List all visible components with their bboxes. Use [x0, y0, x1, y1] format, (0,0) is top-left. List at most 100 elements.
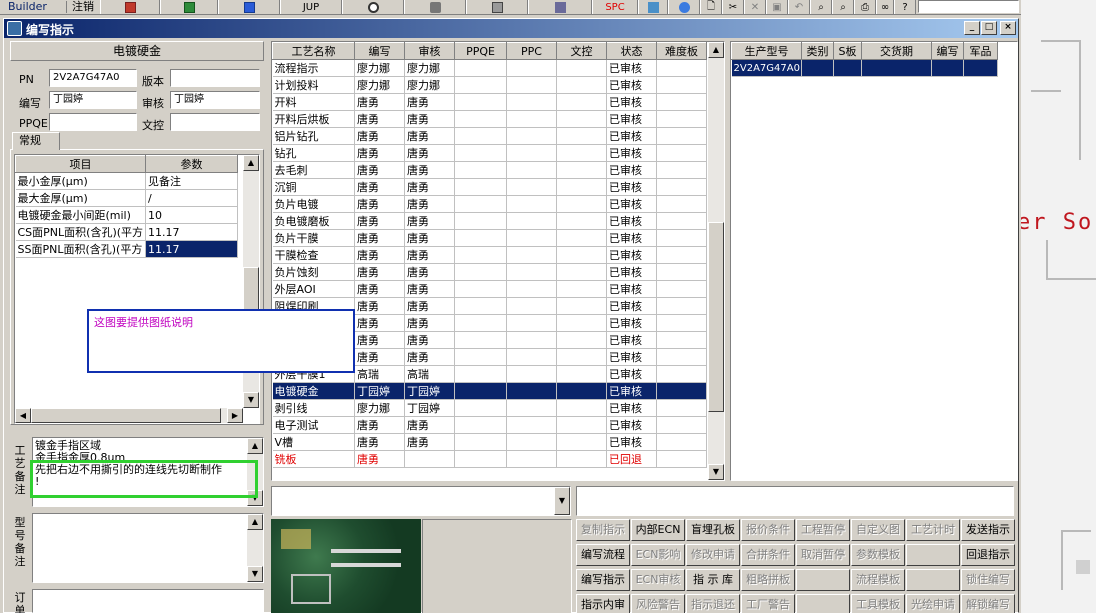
note-scroll-up-icon[interactable]: ▲ — [247, 438, 263, 454]
action-button[interactable]: 指示退还 — [686, 594, 740, 613]
param-value[interactable]: 11.17 — [145, 223, 238, 241]
scroll-up-icon[interactable]: ▲ — [243, 155, 259, 171]
param-value[interactable]: 见备注 — [145, 172, 238, 190]
action-button[interactable]: 工具模板 — [851, 594, 905, 613]
process-row[interactable]: 外层AOI 唐勇 唐勇 已审核 — [272, 280, 707, 298]
process-combo[interactable]: ▼ — [271, 486, 571, 516]
process-row[interactable]: 去毛刺 唐勇 唐勇 已审核 — [272, 161, 707, 179]
process-row[interactable]: 开料 唐勇 唐勇 已审核 — [272, 93, 707, 111]
process-row[interactable]: 开料后烘板 唐勇 唐勇 已审核 — [272, 110, 707, 128]
action-button[interactable]: 工程暂停 — [796, 519, 850, 541]
action-button[interactable]: 编写指示 — [576, 569, 630, 591]
scroll-right-icon[interactable]: ▶ — [227, 408, 243, 423]
action-button[interactable]: 工厂警告 — [741, 594, 795, 613]
process-row[interactable]: 铝片钻孔 唐勇 唐勇 已审核 — [272, 127, 707, 145]
process-header-cell[interactable]: 工艺名称 — [272, 42, 355, 60]
action-button[interactable]: 发送指示 — [961, 519, 1015, 541]
delete-icon[interactable]: ✕ — [744, 0, 766, 14]
database-icon[interactable] — [404, 0, 466, 14]
process-row[interactable]: 剥引线 廖力娜 丁园婷 已审核 — [272, 399, 707, 417]
proc-scroll-thumb[interactable] — [708, 222, 724, 412]
process-header-cell[interactable]: PPQE — [454, 42, 507, 60]
process-header-cell[interactable]: PPC — [506, 42, 557, 60]
action-button[interactable]: 修改申请 — [686, 544, 740, 566]
find-icon[interactable]: ⌕ — [832, 0, 854, 14]
model-note-vscroll[interactable]: ▲ ▼ — [247, 514, 263, 582]
spc-button[interactable]: SPC — [592, 0, 638, 14]
action-button[interactable]: 内部ECN — [631, 519, 685, 541]
action-button[interactable]: 粗略拼板 — [741, 569, 795, 591]
action-button[interactable]: 取消暂停 — [796, 544, 850, 566]
process-header-cell[interactable]: 状态 — [606, 42, 657, 60]
action-button[interactable]: ECN审核 — [631, 569, 685, 591]
author-field[interactable]: 丁园婷 — [49, 91, 137, 109]
action-button[interactable]: 光绘申请 — [906, 594, 960, 613]
model-scroll-down-icon[interactable]: ▼ — [247, 566, 263, 582]
process-row[interactable]: 负片干膜 唐勇 唐勇 已审核 — [272, 229, 707, 247]
order-box[interactable] — [32, 589, 264, 613]
pn-field[interactable]: 2V2A7G47A0 — [49, 69, 137, 87]
action-button[interactable]: 参数模板 — [851, 544, 905, 566]
param-row[interactable]: 最小金厚(μm) 见备注 — [15, 172, 238, 190]
process-header-cell[interactable]: 编写 — [354, 42, 405, 60]
help-icon[interactable]: ? — [894, 0, 916, 14]
cut-icon[interactable]: ✂ — [722, 0, 744, 14]
eye-icon[interactable] — [342, 0, 404, 14]
action-button[interactable] — [796, 594, 850, 613]
report-icon[interactable] — [100, 0, 160, 14]
process-header-cell[interactable]: 难度板 — [656, 42, 707, 60]
proc-scroll-down-icon[interactable]: ▼ — [708, 464, 724, 480]
preview-icon[interactable]: ⌕ — [810, 0, 832, 14]
process-vscroll[interactable]: ▲ ▼ — [708, 42, 724, 480]
reviewer-field[interactable]: 丁园婷 — [170, 91, 260, 109]
process-row[interactable]: 计划投料 廖力娜 廖力娜 已审核 — [272, 76, 707, 94]
action-button[interactable]: 流程模板 — [851, 569, 905, 591]
tab-general[interactable]: 常规 — [12, 132, 60, 150]
process-row[interactable]: 钻孔 唐勇 唐勇 已审核 — [272, 144, 707, 162]
word-icon[interactable] — [218, 0, 280, 14]
param-header-value[interactable]: 参数 — [145, 155, 238, 173]
ppqe-field[interactable] — [49, 113, 137, 131]
undo-icon[interactable]: ↶ — [788, 0, 810, 14]
action-button[interactable]: 指 示 库 — [686, 569, 740, 591]
hscroll-thumb[interactable] — [31, 408, 221, 423]
doccontrol-field[interactable] — [170, 113, 260, 131]
action-button[interactable]: 回退指示 — [961, 544, 1015, 566]
close-icon[interactable]: × — [1000, 21, 1016, 35]
model-header-cell[interactable]: 交货期 — [861, 42, 932, 60]
model-header-cell[interactable]: 编写 — [931, 42, 964, 60]
param-row[interactable]: 电镀硬金最小间距(mil) 10 — [15, 206, 238, 224]
maximize-icon[interactable]: □ — [981, 21, 997, 35]
action-button[interactable] — [796, 569, 850, 591]
model-header-cell[interactable]: 类别 — [801, 42, 834, 60]
process-row[interactable]: 电镀硬金 丁园婷 丁园婷 已审核 — [272, 382, 707, 400]
logout-button[interactable]: 注销 — [72, 0, 94, 14]
model-scroll-up-icon[interactable]: ▲ — [247, 514, 263, 530]
param-value[interactable]: 10 — [145, 206, 238, 224]
param-row[interactable]: CS面PNL面积(含孔)(平方 11.17 — [15, 223, 238, 241]
combo-dropdown-icon[interactable]: ▼ — [554, 487, 570, 515]
action-button[interactable]: 工艺计时 — [906, 519, 960, 541]
remark-input[interactable] — [576, 486, 1014, 516]
ie-icon[interactable] — [668, 0, 700, 14]
network-icon[interactable] — [466, 0, 528, 14]
process-row[interactable]: 负电镀磨板 唐勇 唐勇 已审核 — [272, 212, 707, 230]
calendar-icon[interactable] — [638, 0, 668, 14]
minimize-icon[interactable]: _ — [964, 21, 980, 35]
param-row[interactable]: SS面PNL面积(含孔)(平方 11.17 — [15, 240, 238, 258]
param-hscroll[interactable]: ◀ ▶ — [15, 408, 243, 423]
action-button[interactable]: 指示内审 — [576, 594, 630, 613]
process-row[interactable]: 负片蚀刻 唐勇 唐勇 已审核 — [272, 263, 707, 281]
action-button[interactable]: 报价条件 — [741, 519, 795, 541]
action-button[interactable]: 锁住编写 — [961, 569, 1015, 591]
process-header-cell[interactable]: 审核 — [404, 42, 455, 60]
process-row[interactable]: 负片电镀 唐勇 唐勇 已审核 — [272, 195, 707, 213]
new-file-icon[interactable]: 🗋 — [700, 0, 722, 14]
model-header-cell[interactable]: S板 — [833, 42, 862, 60]
save-icon[interactable]: ▣ — [766, 0, 788, 14]
excel-icon[interactable] — [160, 0, 218, 14]
action-button[interactable] — [906, 569, 960, 591]
printer-device-icon[interactable] — [528, 0, 592, 14]
binoculars-icon[interactable]: ∞ — [876, 0, 894, 14]
proc-scroll-up-icon[interactable]: ▲ — [708, 42, 724, 58]
